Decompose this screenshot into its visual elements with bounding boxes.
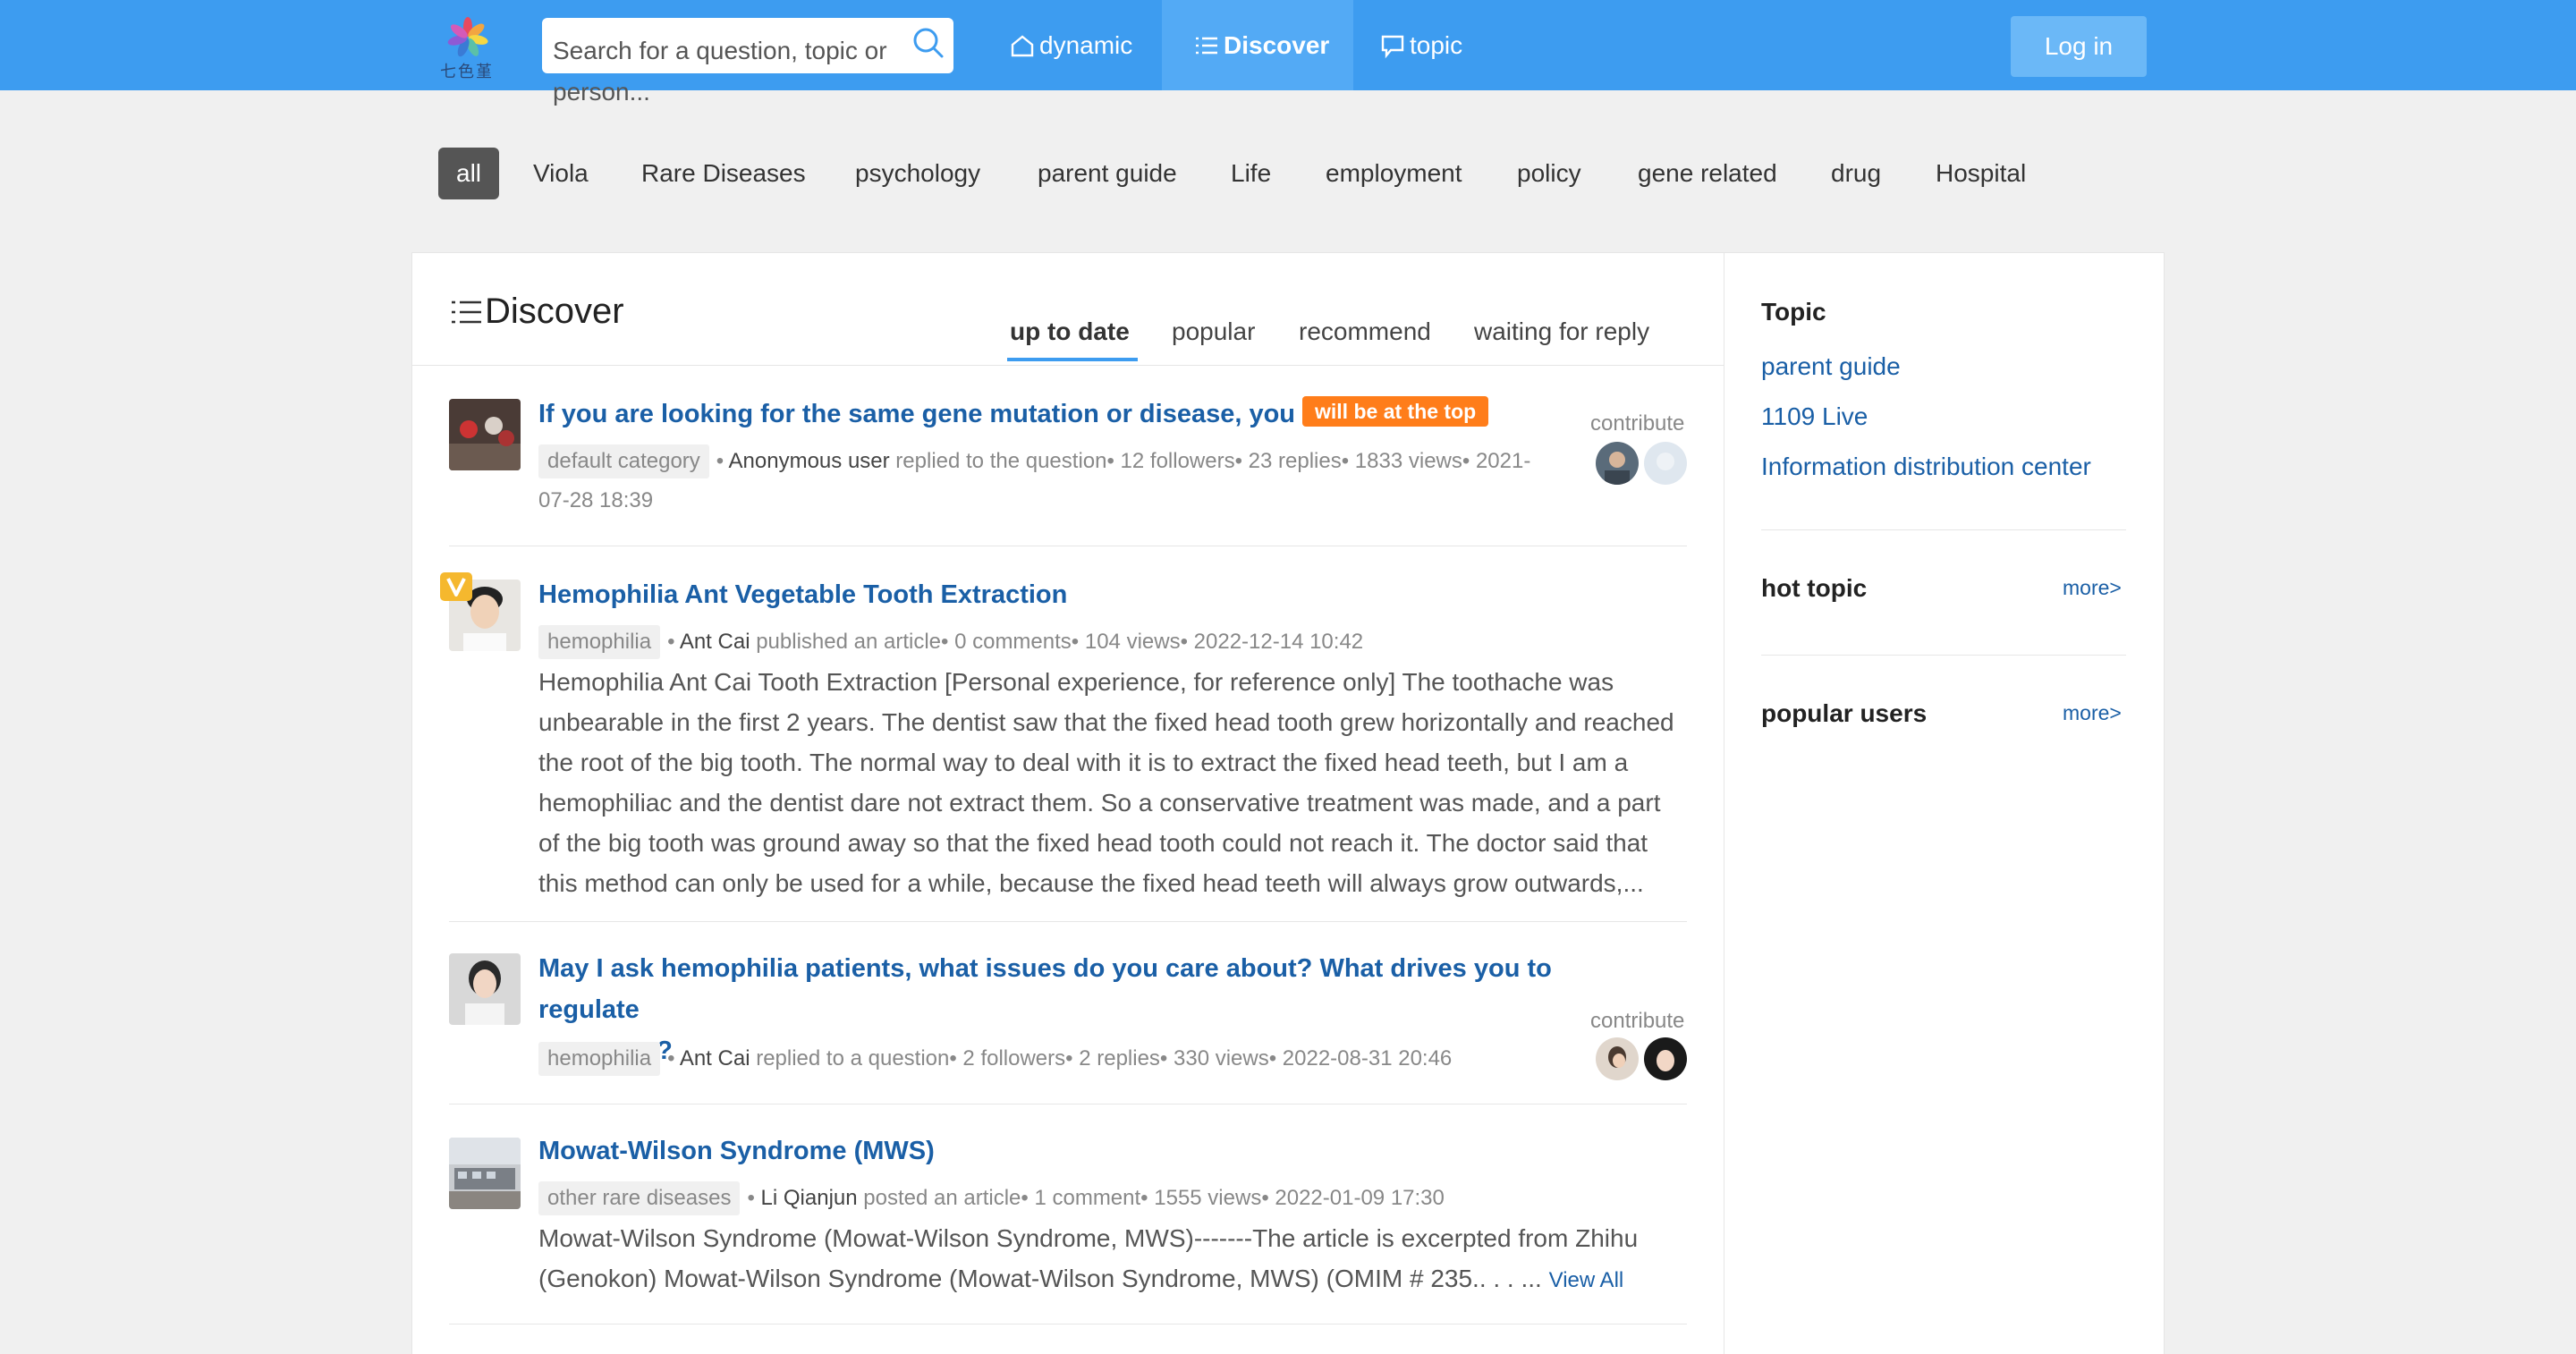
item-thumbnail[interactable] — [449, 399, 521, 470]
excerpt-line: the root of the big tooth. The normal wa… — [538, 749, 1629, 776]
tabs-divider — [412, 365, 1724, 366]
contribute-label: contribute — [1590, 411, 1685, 436]
excerpt-line: this method can only be used for a while… — [538, 869, 1644, 897]
category-tag[interactable]: default category — [538, 444, 709, 478]
category-viola[interactable]: Viola — [533, 148, 589, 199]
pinned-badge: will be at the top — [1302, 396, 1489, 427]
tab-recommend[interactable]: recommend — [1299, 317, 1431, 346]
logo-text: 七色堇 — [440, 63, 494, 81]
item-divider — [449, 921, 1687, 922]
nav-dynamic-label: dynamic — [1039, 30, 1133, 59]
user-name[interactable]: Ant Cai — [680, 630, 750, 654]
nav-topic-label: topic — [1410, 30, 1463, 59]
user-name[interactable]: Li Qianjun — [761, 1186, 858, 1210]
tab-up-to-date[interactable]: up to date — [1010, 317, 1130, 346]
article-title-link[interactable]: Mowat-Wilson Syndrome (MWS) — [538, 1130, 935, 1172]
meta-text: posted an article• 1 comment• 1555 views… — [863, 1186, 1445, 1210]
search-icon[interactable] — [911, 25, 946, 61]
active-tab-indicator — [1007, 358, 1138, 361]
hot-topic-more-link[interactable]: more> — [2063, 576, 2122, 600]
category-policy[interactable]: policy — [1517, 148, 1581, 199]
excerpt-line: unbearable in the first 2 years. The den… — [538, 708, 1674, 736]
sidebar-divider — [1761, 529, 2126, 530]
question-title-line[interactable]: May I ask hemophilia patients, what issu… — [538, 948, 1612, 1030]
nav-discover[interactable]: Discover — [1162, 0, 1353, 90]
sidebar-topic-1109-live[interactable]: 1109 Live — [1761, 402, 1868, 431]
nav-topic[interactable]: topic — [1379, 0, 1462, 90]
sidebar-topic-parent-guide[interactable]: parent guide — [1761, 352, 1901, 381]
category-life[interactable]: Life — [1231, 148, 1271, 199]
category-tag[interactable]: other rare diseases — [538, 1181, 741, 1215]
category-employment[interactable]: employment — [1326, 148, 1462, 199]
view-all-link[interactable]: View All — [1549, 1268, 1624, 1292]
category-drug[interactable]: drug — [1831, 148, 1881, 199]
excerpt-text: (Genokon) Mowat-Wilson Syndrome (Mowat-W… — [538, 1265, 1542, 1292]
category-tag[interactable]: hemophilia — [538, 625, 661, 659]
list-icon — [1196, 37, 1217, 54]
meta-text: published an article• 0 comments• 104 vi… — [756, 630, 1364, 654]
article-title-link[interactable]: Hemophilia Ant Vegetable Tooth Extractio… — [538, 574, 1067, 615]
nav-dynamic[interactable]: dynamic — [1009, 0, 1132, 90]
sidebar-topic-heading: Topic — [1761, 298, 1826, 326]
excerpt-line: of the big tooth was ground away so that… — [538, 829, 1648, 857]
article-excerpt[interactable]: Hemophilia Ant Cai Tooth Extraction [Per… — [538, 662, 1701, 903]
category-tag[interactable]: hemophilia — [538, 1042, 661, 1076]
nav-discover-label: Discover — [1224, 30, 1330, 59]
category-hospital[interactable]: Hospital — [1936, 148, 2026, 199]
article-excerpt[interactable]: Mowat-Wilson Syndrome (Mowat-Wilson Synd… — [538, 1218, 1701, 1300]
meta-bullet: • — [667, 630, 675, 654]
page-title: Discover — [449, 292, 624, 332]
meta-bullet: • — [747, 1186, 755, 1210]
search-input[interactable]: Search for a question, topic or person..… — [553, 30, 911, 113]
popular-users-more-link[interactable]: more> — [2063, 701, 2122, 725]
item-meta: hemophilia • Ant Cai replied to a questio… — [538, 1039, 1452, 1079]
meta-text: replied to the question• 12 followers• 2… — [895, 449, 1531, 473]
item-thumbnail[interactable] — [449, 1138, 521, 1209]
meta-date: 07-28 18:39 — [538, 488, 654, 512]
excerpt-line: Hemophilia Ant Cai Tooth Extraction [Per… — [538, 668, 1614, 696]
page-title-text: Discover — [485, 292, 624, 331]
user-name[interactable]: Ant Cai — [680, 1046, 750, 1071]
category-all[interactable]: all — [438, 148, 500, 199]
sidebar-hot-topic-heading: hot topic — [1761, 574, 1868, 602]
contributor-avatar[interactable] — [1644, 442, 1687, 485]
question-title-text[interactable]: If you are looking for the same gene mut… — [538, 400, 1295, 428]
category-gene-related[interactable]: gene related — [1638, 148, 1777, 199]
login-button[interactable]: Log in — [2011, 16, 2147, 77]
category-parent-guide[interactable]: parent guide — [1038, 148, 1177, 199]
meta-bullet: • — [716, 449, 724, 473]
user-name[interactable]: Anonymous user — [729, 449, 890, 473]
list-icon — [452, 300, 481, 323]
category-rare-diseases[interactable]: Rare Diseases — [641, 148, 806, 199]
sidebar-topic-information-center[interactable]: Information distribution center — [1761, 453, 2091, 481]
sidebar-divider — [1761, 655, 2126, 656]
user-avatar[interactable] — [449, 953, 521, 1025]
tab-waiting-for-reply[interactable]: waiting for reply — [1474, 317, 1649, 346]
contributor-avatar[interactable] — [1596, 1037, 1639, 1080]
contributor-avatar[interactable] — [1644, 1037, 1687, 1080]
excerpt-line-with-link: (Genokon) Mowat-Wilson Syndrome (Mowat-W… — [538, 1258, 1701, 1300]
contribute-label: contribute — [1590, 1009, 1685, 1033]
category-psychology[interactable]: psychology — [855, 148, 980, 199]
contributor-avatar[interactable] — [1596, 442, 1639, 485]
verified-badge-icon — [440, 572, 472, 601]
item-meta: hemophilia • Ant Cai published an article… — [538, 622, 1363, 662]
excerpt-line: Mowat-Wilson Syndrome (Mowat-Wilson Synd… — [538, 1224, 1639, 1252]
home-icon — [1011, 34, 1034, 56]
meta-text: replied to a question• 2 followers• 2 re… — [756, 1046, 1453, 1071]
sidebar-popular-users-heading: popular users — [1761, 699, 1928, 727]
item-meta: default category • Anonymous user replied… — [538, 442, 1558, 481]
item-meta: other rare diseases • Li Qianjun posted a… — [538, 1179, 1445, 1218]
tab-popular[interactable]: popular — [1172, 317, 1255, 346]
chat-bubble-icon — [1381, 35, 1404, 58]
meta-bullet: • — [667, 1046, 675, 1071]
excerpt-line: hemophiliac and the dentist dare not ext… — [538, 789, 1661, 817]
question-title-link[interactable]: If you are looking for the same gene mut… — [538, 394, 1489, 435]
